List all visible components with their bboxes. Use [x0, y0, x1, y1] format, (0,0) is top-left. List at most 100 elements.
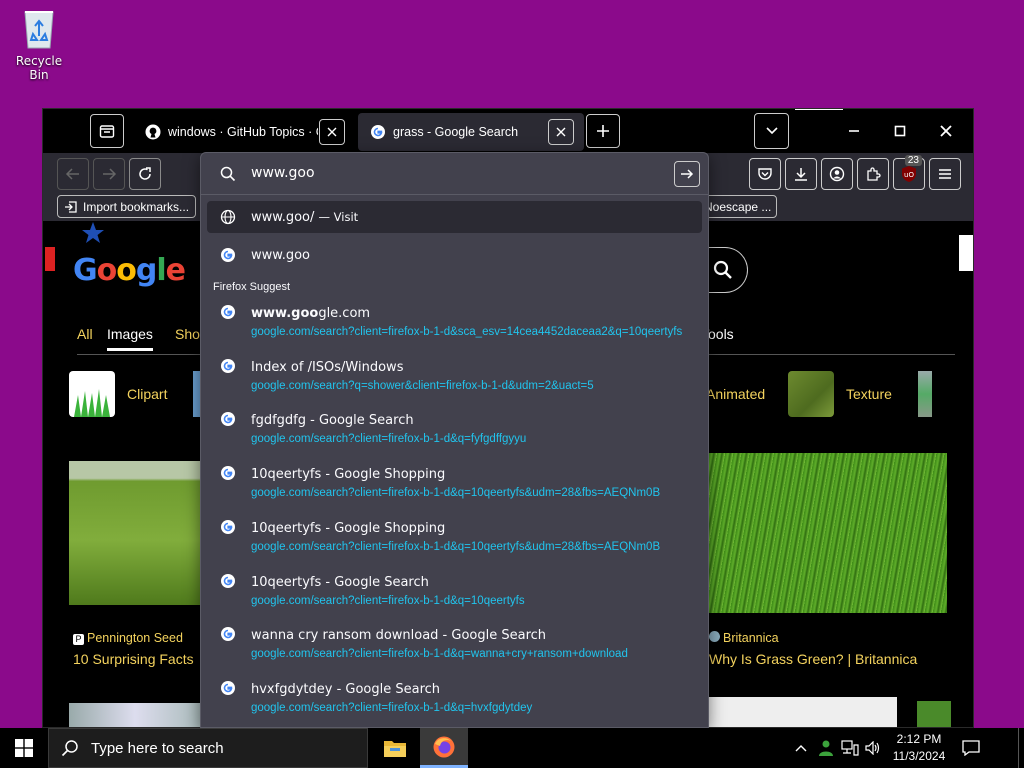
file-explorer-button[interactable]	[371, 728, 419, 768]
tab-all[interactable]: All	[77, 326, 93, 342]
folder-icon	[384, 741, 406, 757]
pocket-button[interactable]	[749, 158, 781, 190]
chevron-down-icon	[765, 127, 778, 135]
urlbar-input[interactable]: www.goo	[251, 165, 315, 181]
new-tab-button[interactable]	[586, 114, 620, 148]
result-source: P Pennington Seed	[73, 631, 183, 645]
speaker-icon	[865, 741, 880, 755]
taskbar-search-placeholder: Type here to search	[91, 739, 224, 757]
visit-url-row[interactable]: www.goo/ — Visit	[207, 201, 702, 233]
suggestion-url: google.com/search?client=firefox-b-1-d&q…	[251, 433, 527, 446]
bookmark-noescape[interactable]: Noescape ...	[697, 195, 777, 218]
tab-github[interactable]: windows · GitHub Topics · GitHub	[133, 113, 355, 151]
close-window-button[interactable]	[923, 109, 969, 153]
texture-thumbnail	[788, 371, 834, 417]
start-button[interactable]	[0, 728, 48, 768]
suggestion-title: Index of /ISOs/Windows	[251, 359, 404, 375]
arrow-right-icon	[681, 169, 694, 179]
network-icon	[841, 740, 859, 756]
reload-button[interactable]	[129, 158, 161, 190]
scrollbar-thumb[interactable]	[959, 235, 973, 271]
suggestion-title: www.google.com	[251, 306, 371, 321]
tab-shopping[interactable]: Sho	[175, 326, 200, 342]
chip-texture[interactable]: Texture	[788, 371, 892, 417]
puzzle-icon	[867, 167, 881, 181]
chevron-up-icon	[795, 745, 807, 752]
clock-date: 11/3/2024	[892, 749, 946, 763]
close-tab-button[interactable]	[548, 119, 574, 145]
chip-animated[interactable]: Animated	[706, 371, 765, 417]
search-suggestion-row[interactable]: www.goo	[207, 239, 702, 271]
history-suggestion-row[interactable]: Index of /ISOs/Windows google.com/search?…	[207, 352, 702, 400]
go-button[interactable]	[674, 161, 700, 187]
plus-icon	[597, 125, 609, 137]
suggestion-url: google.com/search?q=shower&client=firefo…	[251, 379, 594, 392]
history-suggestion-row[interactable]: 10qeertyfs - Google Shopping google.com/s…	[207, 459, 702, 507]
urlbar-dropdown: www.goo www.goo/ — Visit www.goo Firefox…	[200, 152, 709, 728]
minimize-button[interactable]	[831, 109, 877, 153]
history-suggestion-row[interactable]: wanna cry ransom download - Google Searc…	[207, 620, 702, 668]
import-bookmarks-button[interactable]: Import bookmarks...	[57, 195, 197, 218]
tab-google-search[interactable]: grass - Google Search	[358, 113, 584, 151]
close-tab-button[interactable]	[319, 119, 345, 145]
chip-clipart[interactable]: Clipart	[69, 371, 167, 417]
result-source-label: Pennington Seed	[87, 631, 183, 645]
show-hidden-icons-button[interactable]	[790, 728, 812, 768]
suggestion-url: google.com/search?client=firefox-b-1-d&s…	[251, 326, 683, 338]
show-desktop-button[interactable]	[1018, 728, 1024, 768]
menu-button[interactable]	[929, 158, 961, 190]
tab-title: windows · GitHub Topics · GitHub	[168, 125, 318, 139]
firefox-taskbar-button[interactable]	[420, 728, 468, 768]
suggestion-url: google.com/search?client=firefox-b-1-d&q…	[251, 487, 661, 500]
result-image[interactable]	[917, 701, 951, 727]
suggestion-url: google.com/search?client=firefox-b-1-d&q…	[251, 594, 525, 607]
result-image[interactable]	[709, 453, 947, 613]
taskbar: Type here to search 2:12 PM 11/3/2024	[0, 728, 1024, 768]
forward-button[interactable]	[93, 158, 125, 190]
search-icon	[61, 740, 78, 757]
user-tray-button[interactable]	[814, 728, 838, 768]
google-logo[interactable]: Google	[73, 253, 186, 288]
recycle-bin-label: Recycle Bin	[15, 54, 63, 82]
page-scrollbar[interactable]	[955, 221, 973, 727]
bookmark-label: Noescape ...	[704, 199, 772, 214]
downloads-button[interactable]	[785, 158, 817, 190]
history-suggestion-row[interactable]: fgdfgdfg - Google Search google.com/searc…	[207, 405, 702, 453]
maximize-icon	[894, 125, 906, 137]
system-clock[interactable]: 2:12 PM 11/3/2024	[884, 731, 954, 765]
tab-images[interactable]: Images	[107, 326, 153, 351]
google-icon	[221, 412, 235, 427]
history-suggestion-row[interactable]: www.google.com google.com/search?client=f…	[207, 298, 702, 346]
taskbar-search[interactable]: Type here to search	[48, 728, 368, 768]
history-suggestion-row[interactable]: 10qeertyfs - Google Shopping google.com/s…	[207, 513, 702, 561]
back-button[interactable]	[57, 158, 89, 190]
extensions-button[interactable]	[857, 158, 889, 190]
recycle-bin[interactable]: Recycle Bin	[6, 6, 72, 82]
firefox-view-button[interactable]	[90, 114, 124, 148]
account-button[interactable]	[821, 158, 853, 190]
github-icon	[145, 124, 161, 140]
history-suggestion-row[interactable]: hvxfgdytdey - Google Search google.com/se…	[207, 674, 702, 722]
result-title[interactable]: 10 Surprising Facts	[73, 651, 194, 667]
chip-thumbnail-partial	[918, 371, 932, 417]
ublock-button[interactable]: uO 23	[893, 155, 925, 190]
suggestion-title: 10qeertyfs - Google Shopping	[251, 520, 446, 536]
urlbar[interactable]: www.goo	[201, 153, 708, 195]
list-all-tabs-button[interactable]	[754, 113, 789, 149]
result-title[interactable]: Why Is Grass Green? | Britannica	[709, 651, 917, 667]
google-icon	[221, 573, 235, 588]
history-suggestion-row[interactable]: 10qeertyfs - Google Search google.com/sea…	[207, 567, 702, 615]
action-center-button[interactable]	[954, 728, 988, 768]
google-icon	[221, 305, 235, 319]
suggestion-url: google.com/search?client=firefox-b-1-d&q…	[251, 648, 628, 661]
suggestion-title: fgdfgdfg - Google Search	[251, 413, 414, 429]
download-icon	[795, 168, 807, 181]
result-image[interactable]	[69, 703, 201, 727]
volume-button[interactable]	[862, 728, 884, 768]
chip-label: Animated	[706, 386, 766, 402]
network-button[interactable]	[838, 728, 862, 768]
minimize-icon	[849, 130, 859, 132]
maximize-button[interactable]	[877, 109, 923, 153]
result-image[interactable]	[69, 461, 201, 605]
result-image[interactable]	[709, 697, 897, 727]
